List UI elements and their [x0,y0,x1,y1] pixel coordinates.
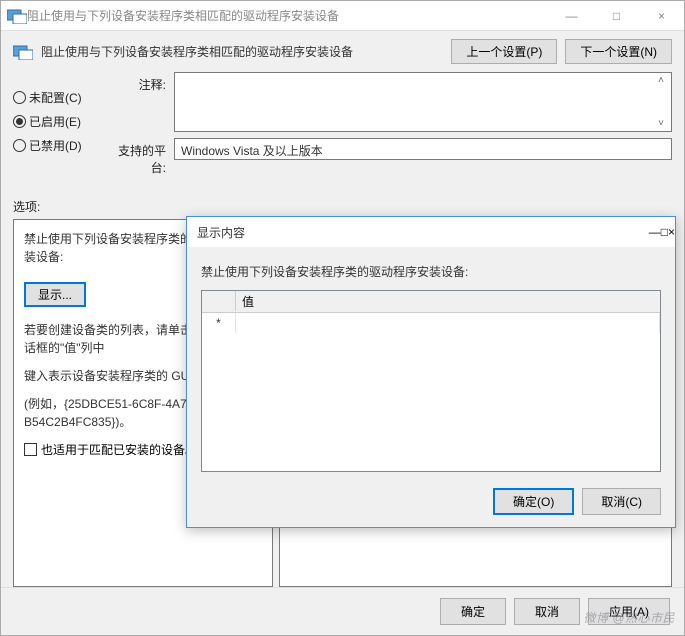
modal-titlebar: 显示内容 — □ × [187,217,675,247]
modal-maximize-button[interactable]: □ [661,225,668,239]
checkbox-icon [24,443,37,456]
config-area: 未配置(C) 已启用(E) 已禁用(D) 注释: ˄ ˅ 支持的平台: Wi [1,72,684,182]
modal-ok-button[interactable]: 确定(O) [493,488,574,515]
radio-disabled[interactable]: 已禁用(D) [13,137,98,154]
radio-not-configured[interactable]: 未配置(C) [13,89,98,106]
value-grid[interactable]: 值 * [201,290,661,472]
radio-label: 未配置(C) [29,89,82,106]
modal-close-button[interactable]: × [668,225,675,239]
checkbox-label: 也适用于匹配已安装的设备。 [41,441,197,458]
window-title: 阻止使用与下列设备安装程序类相匹配的驱动程序安装设备 [27,7,549,24]
radio-icon [13,115,26,128]
modal-footer: 确定(O) 取消(C) [187,480,675,527]
radio-group: 未配置(C) 已启用(E) 已禁用(D) [13,72,98,182]
modal-instruction: 禁止使用下列设备安装程序类的驱动程序安装设备: [201,263,661,280]
prev-setting-button[interactable]: 上一个设置(P) [451,39,557,64]
platform-label: 支持的平台: [106,138,166,176]
grid-header-value: 值 [236,291,660,312]
ok-button[interactable]: 确定 [440,598,506,625]
scroll-down-icon[interactable]: ˅ [653,118,669,129]
show-button[interactable]: 显示... [24,282,86,307]
comment-input[interactable]: ˄ ˅ [174,72,672,132]
grid-header-spacer [202,291,236,311]
app-icon [7,8,27,24]
fields-col: 注释: ˄ ˅ 支持的平台: Windows Vista 及以上版本 [106,72,672,182]
modal-body: 禁止使用下列设备安装程序类的驱动程序安装设备: 值 * [187,247,675,480]
minimize-button[interactable]: — [549,1,594,31]
radio-label: 已启用(E) [29,113,81,130]
maximize-button[interactable]: □ [594,1,639,31]
titlebar: 阻止使用与下列设备安装程序类相匹配的驱动程序安装设备 — □ × [1,1,684,31]
modal-cancel-button[interactable]: 取消(C) [582,488,661,515]
platform-value: Windows Vista 及以上版本 [174,138,672,160]
policy-icon [13,44,33,60]
modal-title: 显示内容 [197,224,649,241]
radio-enabled[interactable]: 已启用(E) [13,113,98,130]
header-text: 阻止使用与下列设备安装程序类相匹配的驱动程序安装设备 [41,43,443,60]
header-row: 阻止使用与下列设备安装程序类相匹配的驱动程序安装设备 上一个设置(P) 下一个设… [1,31,684,72]
grid-header: 值 [202,291,660,313]
watermark: 微博 @热心市民 [583,609,675,626]
radio-label: 已禁用(D) [29,137,82,154]
row-marker: * [202,313,236,333]
radio-icon [13,91,26,104]
options-label: 选项: [1,182,684,219]
footer: 确定 取消 应用(A) [1,587,684,635]
comment-row: 注释: ˄ ˅ [106,72,672,132]
scroll-up-icon[interactable]: ˄ [653,75,669,86]
show-content-dialog: 显示内容 — □ × 禁止使用下列设备安装程序类的驱动程序安装设备: 值 * 确… [186,216,676,528]
close-button[interactable]: × [639,1,684,31]
grid-new-row[interactable]: * [202,313,660,333]
comment-label: 注释: [106,72,166,93]
value-cell[interactable] [236,313,660,333]
cancel-button[interactable]: 取消 [514,598,580,625]
platform-row: 支持的平台: Windows Vista 及以上版本 [106,138,672,176]
modal-minimize-button[interactable]: — [649,225,661,239]
radio-icon [13,139,26,152]
next-setting-button[interactable]: 下一个设置(N) [565,39,672,64]
